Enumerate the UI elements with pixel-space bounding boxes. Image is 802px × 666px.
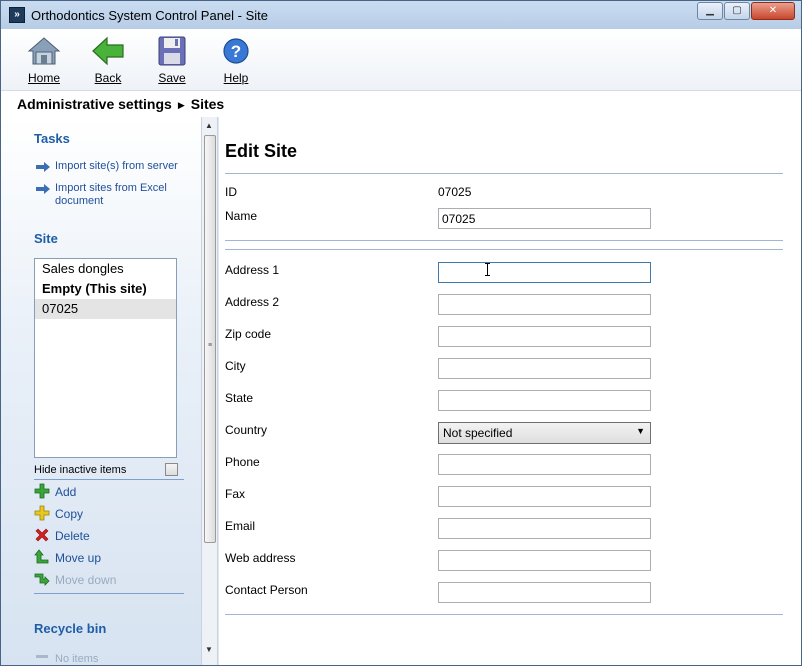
- back-arrow-icon: [91, 35, 125, 67]
- home-button[interactable]: Home: [19, 35, 69, 87]
- id-value: 07025: [438, 185, 472, 199]
- id-label: ID: [225, 185, 237, 199]
- divider: [34, 479, 184, 480]
- import-from-excel-link[interactable]: Import sites from Excel document: [55, 182, 183, 208]
- move-up-button[interactable]: Move up: [34, 549, 101, 567]
- city-label: City: [225, 359, 246, 373]
- web-address-field[interactable]: [438, 550, 651, 571]
- chevron-down-icon: ▼: [636, 426, 645, 436]
- divider: [225, 240, 783, 241]
- task-arrow-icon: [36, 162, 50, 172]
- maximize-button[interactable]: ▢: [724, 2, 750, 20]
- tasks-heading: Tasks: [34, 131, 70, 146]
- city-field[interactable]: [438, 358, 651, 379]
- task-arrow-icon: [36, 184, 50, 194]
- toolbar: Home Back Save ? Help: [1, 29, 801, 91]
- zip-code-field[interactable]: [438, 326, 651, 347]
- grip-icon: ≡: [208, 342, 213, 349]
- fax-field[interactable]: [438, 486, 651, 507]
- email-label: Email: [225, 519, 256, 533]
- web-address-label: Web address: [225, 551, 296, 565]
- divider: [225, 173, 783, 174]
- window-title: Orthodontics System Control Panel - Site: [31, 7, 268, 23]
- add-button[interactable]: Add: [34, 483, 76, 501]
- home-icon: [27, 35, 61, 67]
- move-up-icon: [34, 549, 50, 565]
- list-item[interactable]: Empty (This site): [35, 279, 176, 299]
- address1-label: Address 1: [225, 263, 280, 277]
- address1-field[interactable]: [438, 262, 651, 283]
- state-field[interactable]: [438, 390, 651, 411]
- back-button[interactable]: Back: [83, 35, 133, 87]
- site-heading: Site: [34, 231, 58, 246]
- window-controls: ▁ ▢ ✕: [696, 2, 795, 20]
- hide-inactive-checkbox[interactable]: [165, 463, 178, 476]
- name-field[interactable]: [438, 208, 651, 229]
- scroll-thumb[interactable]: ≡: [204, 135, 216, 543]
- hide-inactive-label: Hide inactive items: [34, 464, 127, 476]
- app-icon: »: [9, 7, 25, 23]
- help-button[interactable]: ? Help: [211, 35, 261, 87]
- recycle-icon: [34, 649, 50, 665]
- breadcrumb-parent[interactable]: Administrative settings: [17, 96, 172, 112]
- page-title: Edit Site: [225, 141, 298, 161]
- list-item[interactable]: Sales dongles: [35, 259, 176, 279]
- save-button[interactable]: Save: [147, 35, 197, 87]
- copy-icon: [34, 505, 50, 521]
- state-label: State: [225, 391, 254, 405]
- scroll-up-icon[interactable]: ▲: [205, 121, 213, 130]
- address2-field[interactable]: [438, 294, 651, 315]
- copy-button[interactable]: Copy: [34, 505, 83, 523]
- minimize-button[interactable]: ▁: [697, 2, 723, 20]
- scroll-down-icon[interactable]: ▼: [205, 645, 213, 654]
- fax-label: Fax: [225, 487, 246, 501]
- site-list[interactable]: Sales dongles Empty (This site) 07025: [34, 258, 177, 458]
- import-from-server-link[interactable]: Import site(s) from server: [55, 160, 178, 173]
- app-window: » Orthodontics System Control Panel - Si…: [0, 0, 802, 666]
- phone-field[interactable]: [438, 454, 651, 475]
- move-down-icon: [34, 571, 50, 587]
- add-icon: [34, 483, 50, 499]
- move-down-button[interactable]: Move down: [34, 571, 116, 589]
- country-selected-value: Not specified: [443, 426, 513, 440]
- list-item[interactable]: 07025: [35, 299, 176, 319]
- country-label: Country: [225, 423, 268, 437]
- floppy-disk-icon: [155, 35, 189, 67]
- delete-icon: [34, 527, 50, 543]
- text-cursor-icon: [485, 263, 490, 276]
- breadcrumb-separator-icon: ▶: [177, 100, 185, 110]
- divider: [34, 593, 184, 594]
- country-select[interactable]: Not specified ▼: [438, 422, 651, 444]
- zip-code-label: Zip code: [225, 327, 272, 341]
- address2-label: Address 2: [225, 295, 280, 309]
- delete-button[interactable]: Delete: [34, 527, 90, 545]
- sidebar-scrollbar[interactable]: ▲ ≡ ▼: [201, 117, 218, 665]
- name-label: Name: [225, 209, 258, 223]
- recycle-bin-empty: No items: [34, 649, 98, 665]
- svg-text:?: ?: [231, 42, 241, 61]
- title-bar: » Orthodontics System Control Panel - Si…: [1, 1, 801, 29]
- contact-person-field[interactable]: [438, 582, 651, 603]
- breadcrumb: Administrative settings ▶ Sites: [1, 91, 801, 117]
- divider: [225, 249, 783, 250]
- contact-person-label: Contact Person: [225, 583, 308, 597]
- email-field[interactable]: [438, 518, 651, 539]
- edit-site-panel: Edit Site ID 07025 Name Address 1 Addres…: [219, 117, 801, 665]
- divider: [225, 614, 783, 615]
- hide-inactive-row: Hide inactive items: [34, 461, 184, 479]
- close-button[interactable]: ✕: [751, 2, 795, 20]
- recycle-bin-heading: Recycle bin: [34, 621, 107, 636]
- breadcrumb-current: Sites: [190, 96, 225, 112]
- sidebar: Tasks Import site(s) from server Import …: [1, 117, 201, 665]
- help-icon: ?: [219, 35, 253, 67]
- phone-label: Phone: [225, 455, 260, 469]
